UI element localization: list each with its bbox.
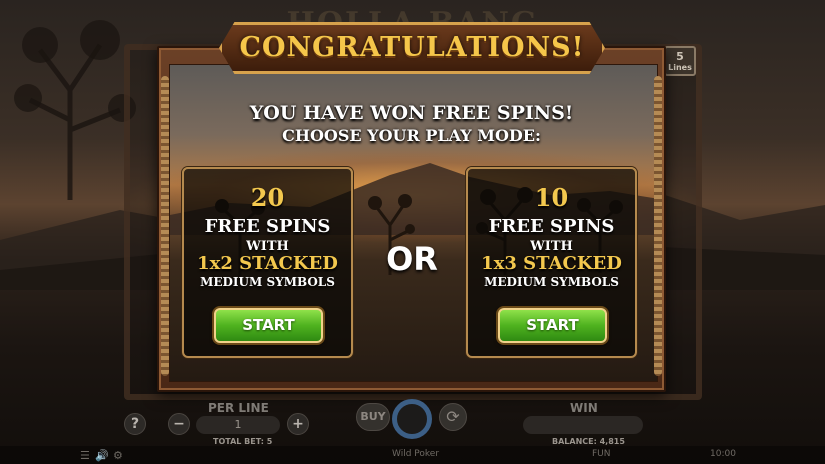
with-label: WITH [530,239,573,254]
total-bet-label: TOTAL BET: 5 [213,437,273,446]
bet-increase-button[interactable]: + [287,413,309,435]
medium-symbols-label: MEDIUM SYMBOLS [484,275,619,289]
buy-button[interactable]: BUY [356,403,390,431]
lines-count: 5 [676,50,684,63]
free-spins-label: FREE SPINS [488,216,615,237]
spin-count: 20 [250,183,285,212]
stacked-label: 1x3 STACKED [481,253,622,274]
status-game-name: Wild Poker [392,449,440,459]
sound-icon[interactable]: 🔊 [95,449,109,462]
menu-icon[interactable]: ☰ [80,449,90,462]
medium-symbols-label: MEDIUM SYMBOLS [200,275,335,289]
status-mode: FUN [592,449,611,459]
mode-option-20-spins: 20 FREE SPINS WITH 1x2 STACKED MEDIUM SY… [182,167,353,358]
bet-decrease-button[interactable]: − [168,413,190,435]
stacked-label: 1x2 STACKED [197,253,338,274]
win-value-field [523,416,643,434]
status-clock: 10:00 [710,449,736,459]
balance-label: BALANCE: 4,815 [552,437,625,446]
per-line-value: 1 [196,416,280,434]
spin-count: 10 [534,183,569,212]
start-button-10-spins[interactable]: START [498,308,607,343]
start-button-20-spins[interactable]: START [214,308,323,343]
help-button[interactable]: ? [124,413,146,435]
lines-badge: 5 Lines [664,46,696,76]
choose-mode-subheadline: CHOOSE YOUR PLAY MODE: [282,126,541,145]
won-free-spins-headline: YOU HAVE WON FREE SPINS! [249,102,574,124]
lines-label: Lines [668,63,692,72]
per-line-label: PER LINE [208,401,269,415]
spin-button[interactable] [392,399,432,439]
settings-icon[interactable]: ⚙ [113,449,123,462]
free-spins-label: FREE SPINS [204,216,331,237]
or-separator: OR [386,240,438,278]
mode-option-10-spins: 10 FREE SPINS WITH 1x3 STACKED MEDIUM SY… [466,167,637,358]
banner-title: CONGRATULATIONS! [239,32,585,63]
with-label: WITH [246,239,289,254]
win-label: WIN [570,401,598,415]
autoplay-icon[interactable]: ⟳ [439,403,467,431]
